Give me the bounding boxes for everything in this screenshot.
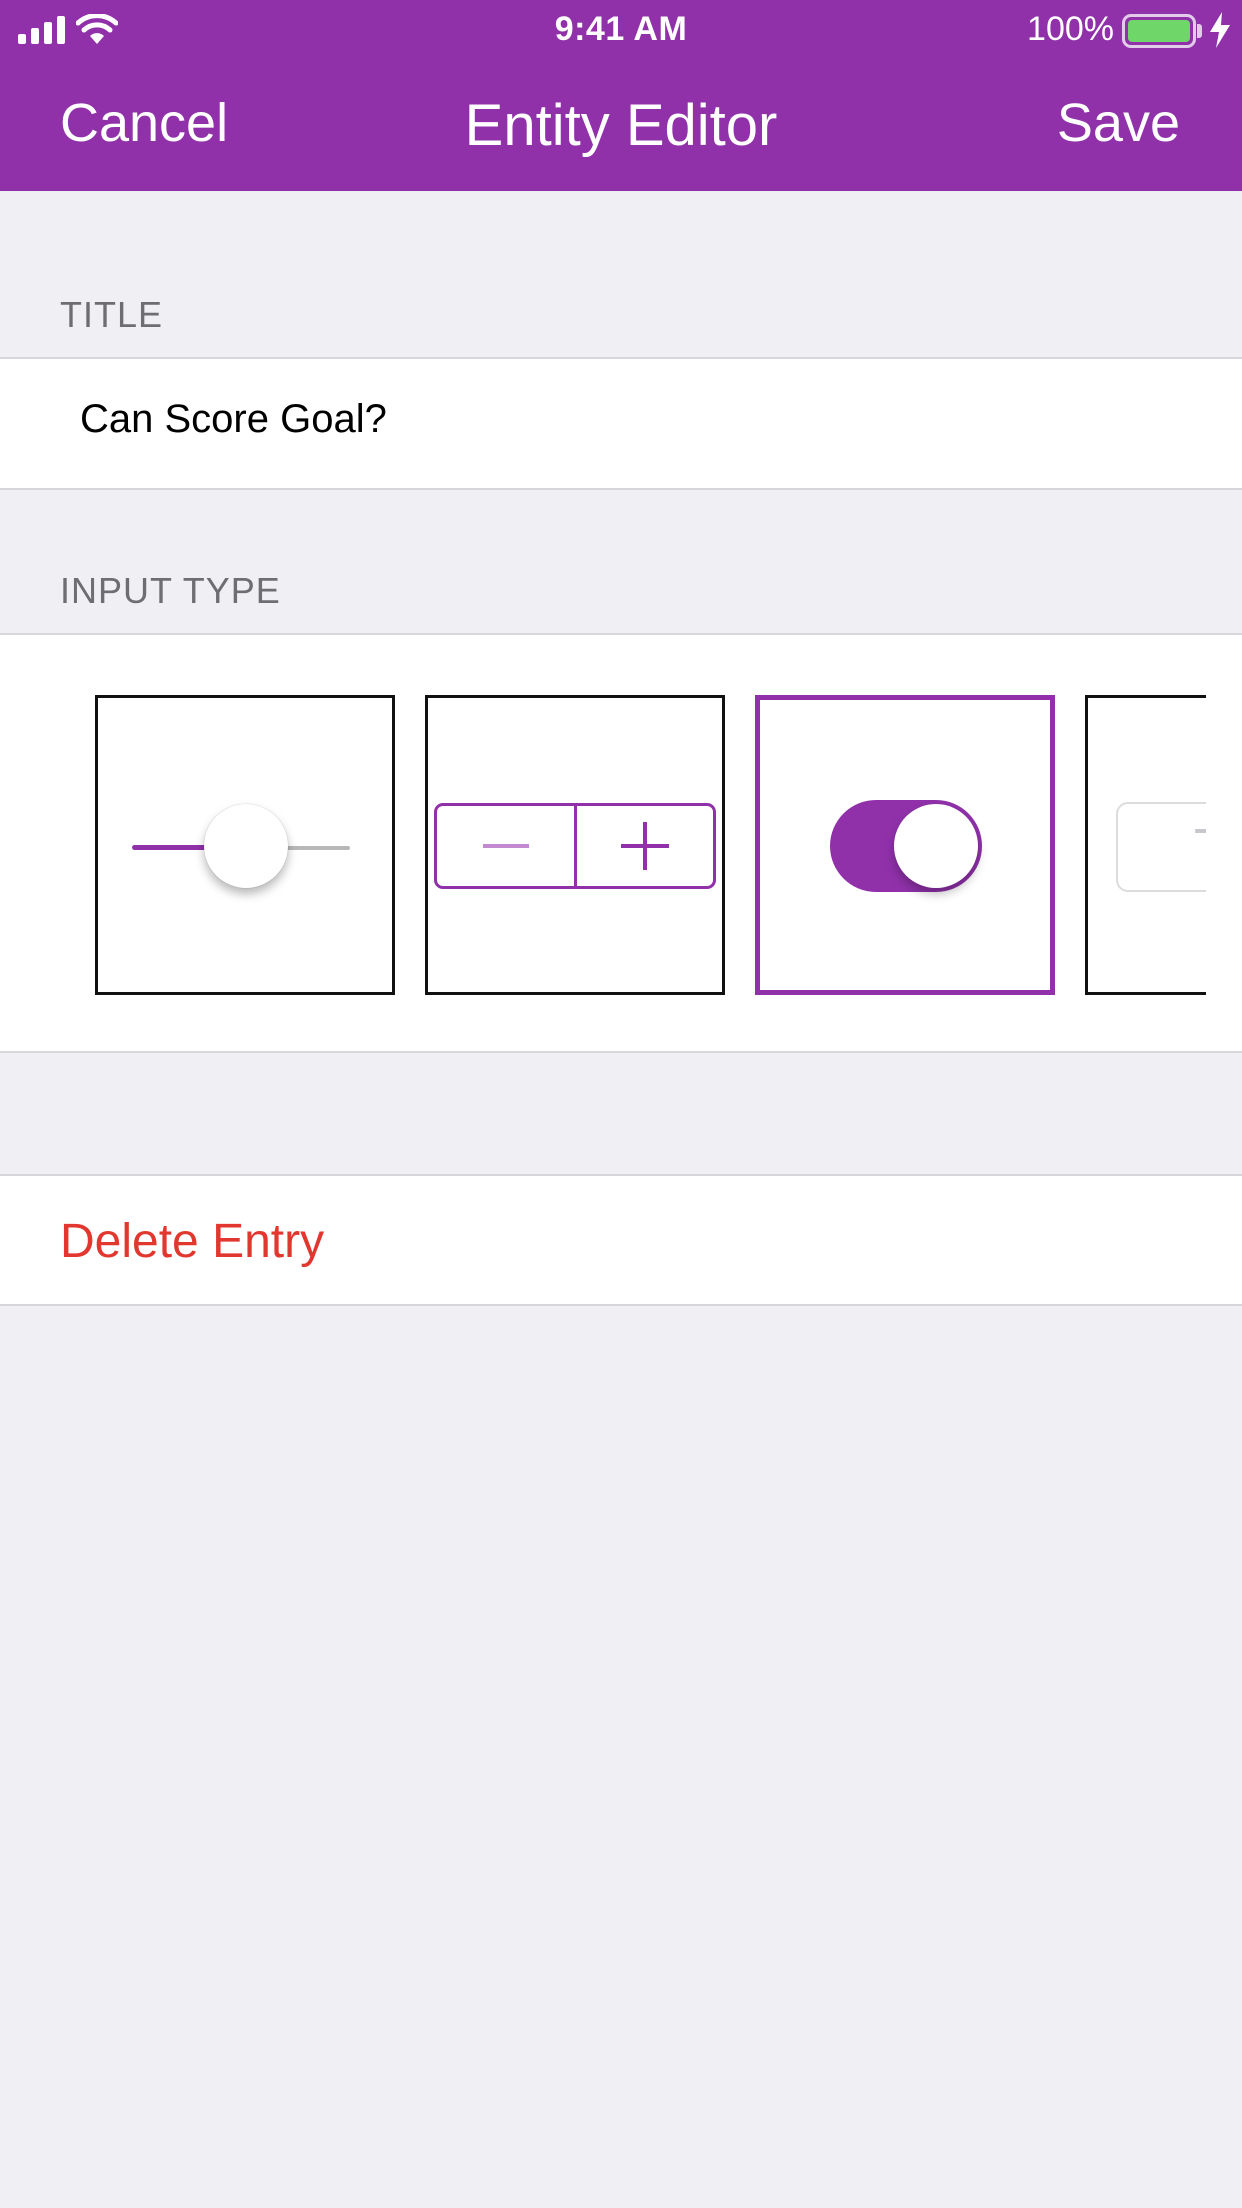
- battery-cap: [1197, 24, 1202, 38]
- page-title: Entity Editor: [464, 93, 778, 158]
- input-type-option-stepper[interactable]: [425, 695, 725, 995]
- input-type-section-header: INPUT TYPE: [60, 570, 281, 611]
- input-type-cell: T: [0, 633, 1242, 1053]
- title-cell: [0, 357, 1242, 490]
- stepper-plus: [577, 806, 714, 886]
- input-type-option-switch[interactable]: [755, 695, 1055, 995]
- battery-fill: [1128, 20, 1190, 42]
- delete-entry-button[interactable]: Delete Entry: [60, 1214, 324, 1269]
- switch-knob: [894, 804, 978, 888]
- navigation-header: 9:41 AM 100% Cancel Entity Editor Save: [0, 0, 1242, 191]
- input-type-option-slider[interactable]: [95, 695, 395, 995]
- input-type-option-text[interactable]: T: [1085, 695, 1206, 995]
- input-type-picker[interactable]: T: [0, 635, 1206, 1051]
- switch-icon: [830, 800, 982, 892]
- stepper-minus: [437, 806, 577, 886]
- title-section-header: TITLE: [60, 294, 164, 335]
- status-bar: 9:41 AM 100%: [0, 0, 1242, 62]
- stepper-icon: [434, 803, 716, 889]
- save-button[interactable]: Save: [1057, 92, 1180, 154]
- title-input[interactable]: [80, 397, 1180, 442]
- delete-cell[interactable]: Delete Entry: [0, 1174, 1242, 1306]
- battery-percent: 100%: [1027, 10, 1114, 48]
- slider-thumb: [204, 804, 288, 888]
- text-field-preview-text: T: [1194, 818, 1206, 878]
- slider-track-filled: [132, 845, 212, 850]
- text-field-icon: T: [1116, 802, 1206, 892]
- battery-icon: [1122, 14, 1196, 48]
- minus-icon: [483, 844, 529, 848]
- charging-bolt-icon: [1210, 12, 1230, 48]
